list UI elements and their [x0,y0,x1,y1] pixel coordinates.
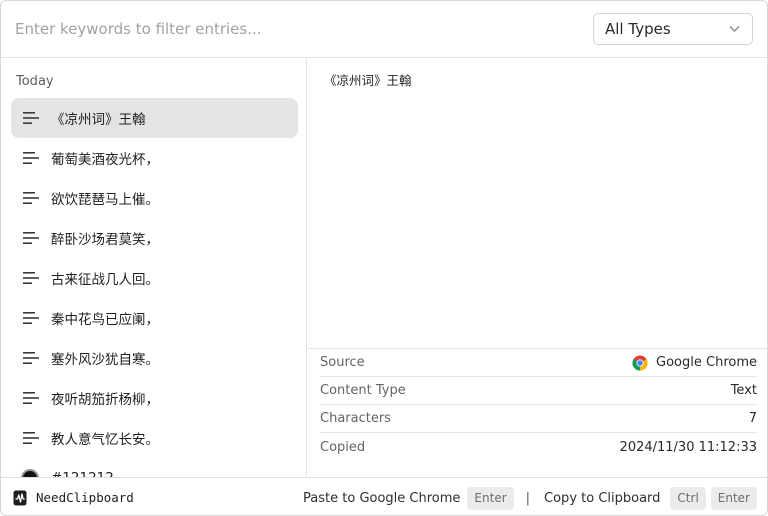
list-item[interactable]: 秦中花鸟已应阑， [11,298,298,338]
text-lines-icon [23,152,39,164]
clipboard-window: All Types Today 《凉州词》王翰 葡萄美酒夜光杯， 欲饮琵琶马上催… [0,0,768,516]
list-item-label: 夜听胡笳折杨柳， [51,392,159,408]
list-item-label: 秦中花鸟已应阑， [51,312,159,328]
info-key: Characters [320,411,391,426]
list-item-label: 古来征战几人回。 [51,272,159,288]
list-item[interactable]: 夜听胡笳折杨柳， [11,378,298,418]
list-item[interactable]: 塞外风沙犹自寒。 [11,338,298,378]
footer-bar: NeedClipboard Paste to Google Chrome Ent… [1,477,767,515]
text-lines-icon [23,272,39,284]
search-input[interactable] [15,15,575,43]
info-row-copied: Copied 2024/11/30 11:12:33 [320,433,757,461]
info-row-characters: Characters 7 [320,405,757,433]
paste-shortcut-key: Enter [467,486,514,510]
search-bar: All Types [1,1,767,58]
type-filter-value: All Types [605,20,671,38]
chrome-icon [632,355,648,370]
list-item-label: 欲饮琵琶马上催。 [51,192,159,208]
waveform-icon [13,490,27,506]
info-row-source: Source Google Chrome [320,349,757,377]
color-swatch-icon [21,469,39,477]
list-item-label: 醉卧沙场君莫笑， [51,232,159,248]
action-separator: | [525,490,531,506]
text-lines-icon [23,192,39,204]
list-item-label: #121212 [51,470,114,477]
list-item-label: 葡萄美酒夜光杯， [51,152,159,168]
list-item[interactable]: 古来征战几人回。 [11,258,298,298]
info-key: Copied [320,439,366,455]
source-app-name: Google Chrome [656,355,757,370]
info-key: Source [320,355,365,370]
list-item[interactable]: 葡萄美酒夜光杯， [11,138,298,178]
info-value: Google Chrome [632,355,757,371]
copy-shortcut-key-ctrl: Ctrl [670,486,706,510]
content-preview: 《凉州词》王翰 [324,73,412,88]
text-lines-icon [23,352,39,364]
info-block: Source Google Chrome Content Type Text C… [308,348,767,477]
detail-pane: 《凉州词》王翰 Source Google Chrome Content Typ… [308,58,767,477]
entry-list[interactable]: Today 《凉州词》王翰 葡萄美酒夜光杯， 欲饮琵琶马上催。 醉卧沙场君莫笑， [1,58,307,477]
list-item-label: 塞外风沙犹自寒。 [51,352,159,368]
list-item[interactable]: 《凉州词》王翰 [11,98,298,138]
text-lines-icon [23,392,39,404]
text-lines-icon [23,312,39,324]
info-value: 7 [748,411,757,426]
footer-actions: Paste to Google Chrome Enter | Copy to C… [303,486,757,510]
text-lines-icon [23,432,39,444]
text-lines-icon [23,232,39,244]
app-name: NeedClipboard [36,490,134,505]
list-item[interactable]: 欲饮琵琶马上催。 [11,178,298,218]
list-item[interactable]: 教人意气忆长安。 [11,418,298,458]
copy-shortcut-key-enter: Enter [710,486,757,510]
info-value: Text [730,383,757,398]
info-row-content-type: Content Type Text [320,377,757,405]
list-item[interactable]: #121212 [11,458,298,477]
type-filter-select[interactable]: All Types [593,13,753,45]
copy-action-button[interactable]: Copy to Clipboard [544,491,660,506]
info-value: 2024/11/30 11:12:33 [619,439,757,455]
list-item-label: 教人意气忆长安。 [51,432,159,448]
list-item[interactable]: 醉卧沙场君莫笑， [11,218,298,258]
list-item-label: 《凉州词》王翰 [51,112,146,128]
group-label-today: Today [16,74,54,89]
text-lines-icon [23,112,39,124]
info-key: Content Type [320,383,406,398]
paste-action-button[interactable]: Paste to Google Chrome [303,491,460,506]
chevron-down-icon [729,26,740,32]
